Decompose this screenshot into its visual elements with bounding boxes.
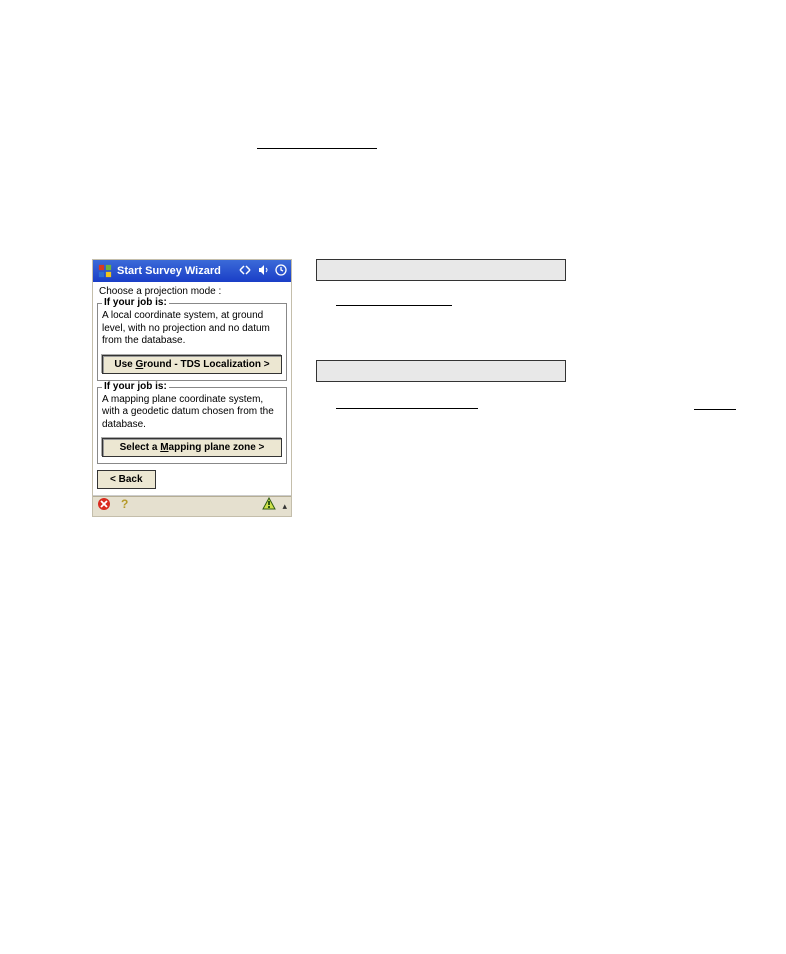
side-annotations bbox=[316, 259, 566, 409]
wizard-window: Start Survey Wizard Choose a projection … bbox=[92, 259, 292, 517]
window-title: Start Survey Wizard bbox=[117, 265, 239, 277]
group-mapping-plane: If your job is: A mapping plane coordina… bbox=[97, 387, 287, 465]
title-bar: Start Survey Wizard bbox=[93, 260, 291, 282]
annotation-line-3 bbox=[694, 409, 736, 410]
back-button[interactable]: < Back bbox=[97, 470, 156, 489]
up-arrow-icon[interactable]: ▴ bbox=[282, 501, 287, 512]
annotation-line-1 bbox=[336, 305, 452, 306]
group-local-coord: If your job is: A local coordinate syste… bbox=[97, 303, 287, 381]
title-bar-icons bbox=[239, 264, 287, 279]
btn2-ul: M bbox=[160, 442, 168, 453]
windows-logo-icon bbox=[97, 263, 113, 279]
use-ground-localization-button[interactable]: Use Ground - TDS Localization > bbox=[102, 355, 282, 374]
annotation-box-2 bbox=[316, 360, 566, 382]
group-local-desc: A local coordinate system, at ground lev… bbox=[102, 310, 282, 348]
close-icon[interactable] bbox=[97, 497, 111, 516]
help-icon[interactable]: ? bbox=[117, 497, 131, 516]
svg-text:?: ? bbox=[121, 497, 128, 511]
connectivity-icon[interactable] bbox=[239, 264, 251, 279]
annotation-box-1 bbox=[316, 259, 566, 281]
status-bar: ? ▴ bbox=[93, 496, 291, 516]
wizard-body: Choose a projection mode : If your job i… bbox=[93, 282, 291, 496]
clock-icon[interactable] bbox=[275, 264, 287, 279]
warning-icon[interactable] bbox=[262, 497, 276, 516]
heading-underline bbox=[257, 148, 377, 149]
group-local-legend: If your job is: bbox=[102, 297, 169, 308]
select-mapping-plane-zone-button[interactable]: Select a Mapping plane zone > bbox=[102, 438, 282, 457]
speaker-icon[interactable] bbox=[257, 264, 269, 279]
group-mapping-desc: A mapping plane coordinate system, with … bbox=[102, 394, 282, 432]
group-mapping-legend: If your job is: bbox=[102, 381, 169, 392]
btn1-suffix: round - TDS Localization > bbox=[143, 359, 269, 370]
back-row: < Back bbox=[97, 470, 287, 493]
annotation-line-2 bbox=[336, 408, 478, 409]
btn2-prefix: Select a bbox=[120, 442, 161, 453]
btn1-prefix: Use bbox=[114, 359, 135, 370]
btn2-suffix: apping plane zone > bbox=[169, 442, 265, 453]
